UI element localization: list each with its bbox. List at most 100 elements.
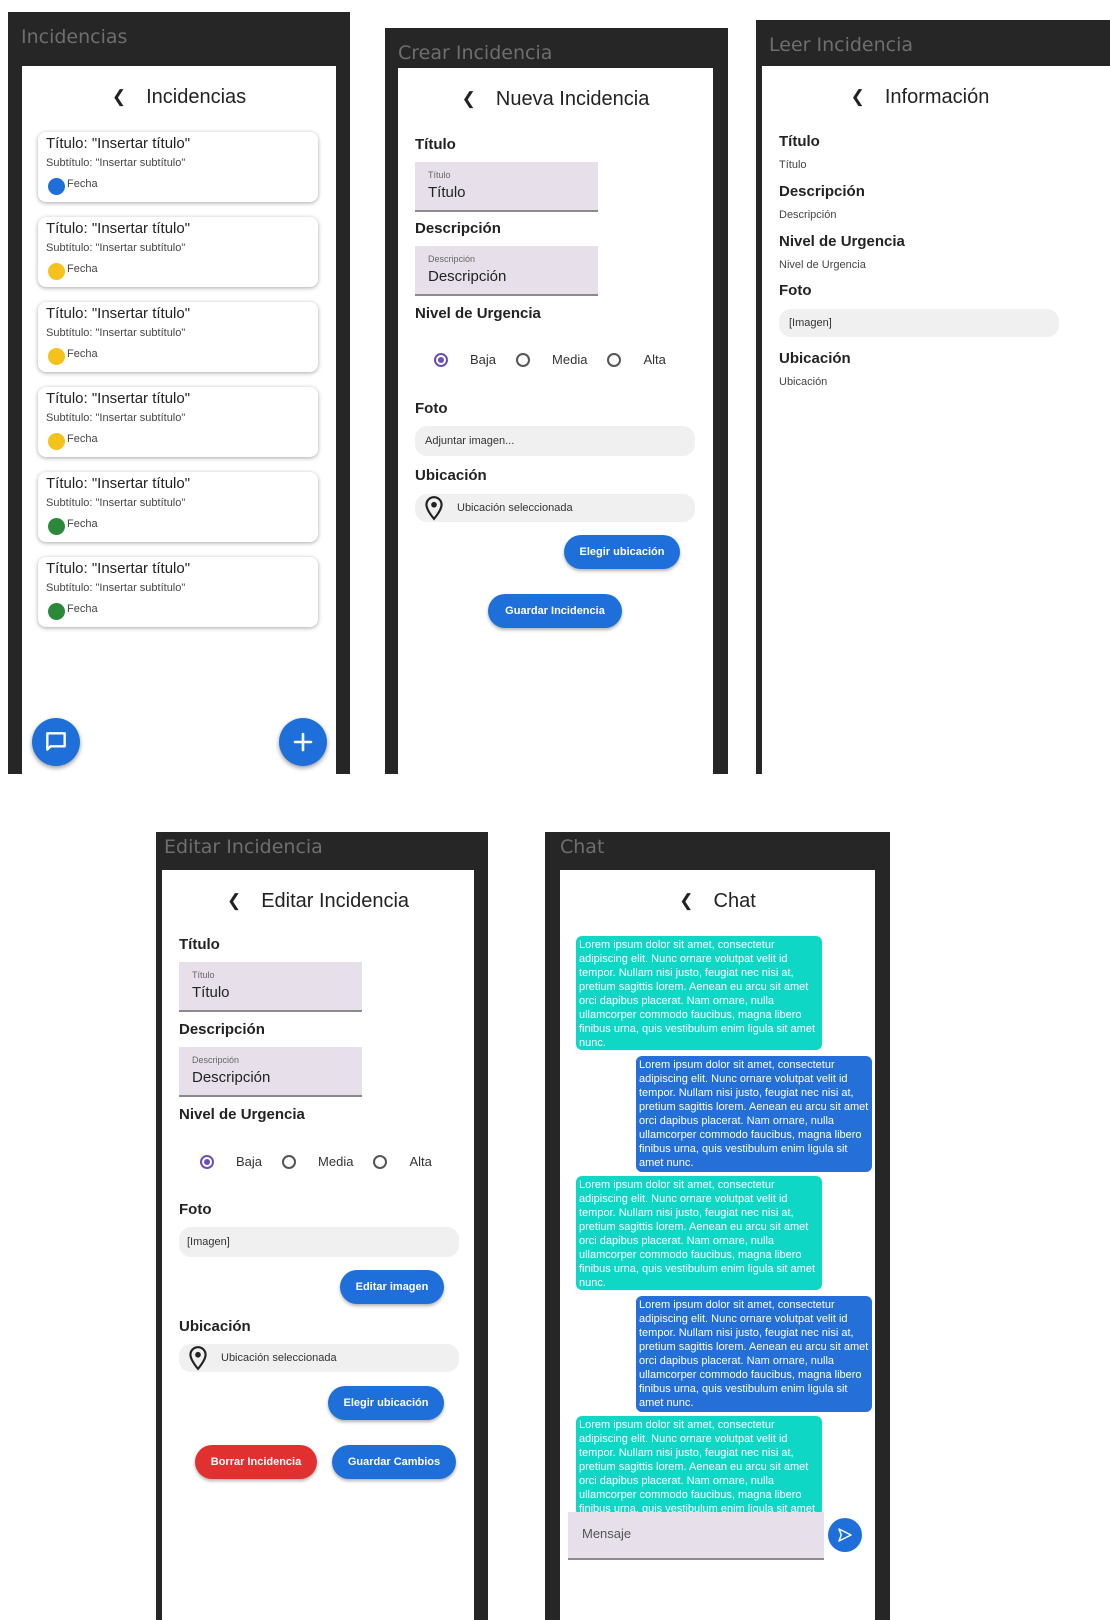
urgency-radio-group: Baja Media Alta [434, 352, 666, 367]
description-section-label: Descripción [415, 220, 501, 237]
incident-card[interactable]: Título: "Insertar título" Subtítulo: "In… [38, 302, 318, 372]
incident-card[interactable]: Título: "Insertar título" Subtítulo: "In… [38, 557, 318, 627]
card-subtitle: Subtítulo: "Insertar subtítulo" [46, 157, 186, 169]
location-pin-icon [425, 496, 443, 521]
frame-leer-incidencia: Leer Incidencia ❮ Información Título Tít… [756, 20, 1110, 774]
urgency-dot [48, 603, 65, 620]
chevron-left-icon[interactable]: ❮ [227, 891, 241, 911]
incident-card[interactable]: Título: "Insertar título" Subtítulo: "In… [38, 132, 318, 202]
card-title: Título: "Insertar título" [46, 135, 191, 152]
received-message: Lorem ipsum dolor sit amet, consectetur … [576, 1176, 822, 1290]
attach-image-field[interactable]: Adjuntar imagen... [415, 426, 695, 456]
chevron-left-icon[interactable]: ❮ [851, 87, 865, 107]
card-date: Fecha [67, 518, 98, 530]
card-subtitle: Subtítulo: "Insertar subtítulo" [46, 242, 186, 254]
urgency-dot [48, 433, 65, 450]
description-field[interactable]: Descripción Descripción [415, 246, 598, 296]
card-date: Fecha [67, 263, 98, 275]
card-date: Fecha [67, 603, 98, 615]
incident-card[interactable]: Título: "Insertar título" Subtítulo: "In… [38, 217, 318, 287]
radio-label-baja: Baja [236, 1154, 263, 1169]
page-title: Chat [713, 889, 756, 912]
radio-baja[interactable] [434, 352, 448, 367]
chevron-left-icon[interactable]: ❮ [462, 89, 476, 109]
card-subtitle: Subtítulo: "Insertar subtítulo" [46, 412, 186, 424]
delete-incident-button[interactable]: Borrar Incidencia [195, 1445, 317, 1479]
photo-section-label: Foto [179, 1201, 212, 1218]
app-bar: ❮ Nueva Incidencia [398, 68, 713, 130]
chat-fab-button[interactable] [32, 718, 80, 766]
radio-label-alta: Alta [409, 1154, 432, 1169]
chat-bubble-icon [46, 732, 66, 751]
card-date: Fecha [67, 178, 98, 190]
radio-alta[interactable] [607, 352, 622, 367]
title-field-label: Título [428, 170, 451, 180]
message-input[interactable]: Mensaje [568, 1512, 824, 1560]
radio-label-baja: Baja [470, 352, 497, 367]
phone-screen: ❮ Editar Incidencia Título Título Título… [162, 870, 474, 1620]
photo-placeholder: [Imagen] [779, 309, 1059, 337]
frame-title: Incidencias [21, 26, 128, 48]
location-value: Ubicación seleccionada [221, 1352, 337, 1364]
description-field[interactable]: Descripción Descripción [179, 1047, 362, 1097]
description-field-value: Descripción [428, 268, 507, 285]
location-field: Ubicación seleccionada [179, 1344, 459, 1372]
radio-label-media: Media [318, 1154, 354, 1169]
chevron-left-icon[interactable]: ❮ [112, 87, 126, 107]
card-subtitle: Subtítulo: "Insertar subtítulo" [46, 327, 186, 339]
chevron-left-icon[interactable]: ❮ [679, 891, 693, 911]
app-bar: ❮ Incidencias [22, 66, 336, 128]
radio-label-alta: Alta [643, 352, 666, 367]
card-subtitle: Subtítulo: "Insertar subtítulo" [46, 497, 186, 509]
description-field-label: Descripción [192, 1055, 240, 1065]
frame-title: Crear Incidencia [398, 42, 553, 64]
radio-baja[interactable] [200, 1154, 214, 1169]
page-title: Editar Incidencia [261, 889, 410, 912]
card-title: Título: "Insertar título" [46, 475, 191, 492]
location-section-label: Ubicación [415, 467, 487, 484]
card-subtitle: Subtítulo: "Insertar subtítulo" [46, 582, 186, 594]
title-section-label: Título [179, 936, 220, 953]
add-incident-fab-button[interactable] [279, 718, 327, 766]
page-title: Nueva Incidencia [495, 87, 650, 110]
card-title: Título: "Insertar título" [46, 220, 191, 237]
incident-card[interactable]: Título: "Insertar título" Subtítulo: "In… [38, 387, 318, 457]
radio-media[interactable] [282, 1154, 297, 1169]
description-field-label: Descripción [428, 254, 476, 264]
photo-value: [Imagen] [187, 1236, 230, 1248]
radio-alta[interactable] [373, 1154, 388, 1169]
plus-icon [293, 732, 313, 752]
frame-crear-incidencia: Crear Incidencia ❮ Nueva Incidencia Títu… [385, 28, 728, 774]
urgency-section-label: Nivel de Urgencia [779, 233, 905, 250]
frame-incidencias: Incidencias ❮ Incidencias Título: "Inser… [8, 12, 350, 774]
received-message: Lorem ipsum dolor sit amet, consectetur … [576, 1416, 822, 1516]
page-title: Incidencias [146, 85, 247, 108]
frame-title: Editar Incidencia [164, 836, 323, 858]
title-field-value: Título [192, 984, 230, 1001]
edit-image-button[interactable]: Editar imagen [340, 1270, 444, 1304]
send-button[interactable] [828, 1518, 862, 1552]
photo-value: [Imagen] [789, 317, 832, 329]
title-field[interactable]: Título Título [415, 162, 598, 212]
choose-location-button[interactable]: Elegir ubicación [328, 1386, 444, 1420]
description-field-value: Descripción [192, 1069, 271, 1086]
description-section-label: Descripción [779, 183, 865, 200]
title-section-label: Título [779, 133, 820, 150]
photo-placeholder: [Imagen] [179, 1227, 459, 1257]
phone-screen: ❮ Información Título Título Descripción … [762, 66, 1110, 774]
title-section-label: Título [415, 136, 456, 153]
urgency-dot [48, 348, 65, 365]
photo-section-label: Foto [779, 282, 812, 299]
title-field[interactable]: Título Título [179, 962, 362, 1012]
save-incident-button[interactable]: Guardar Incidencia [488, 594, 622, 628]
radio-media[interactable] [516, 352, 531, 367]
urgency-dot [48, 263, 65, 280]
location-section-label: Ubicación [179, 1318, 251, 1335]
urgency-value: Nivel de Urgencia [779, 259, 866, 271]
choose-location-button[interactable]: Elegir ubicación [564, 535, 680, 569]
save-changes-button[interactable]: Guardar Cambios [332, 1445, 456, 1479]
send-icon [838, 1528, 852, 1542]
message-placeholder: Mensaje [582, 1526, 632, 1541]
phone-screen: ❮ Chat Lorem ipsum dolor sit amet, conse… [560, 870, 875, 1620]
incident-card[interactable]: Título: "Insertar título" Subtítulo: "In… [38, 472, 318, 542]
